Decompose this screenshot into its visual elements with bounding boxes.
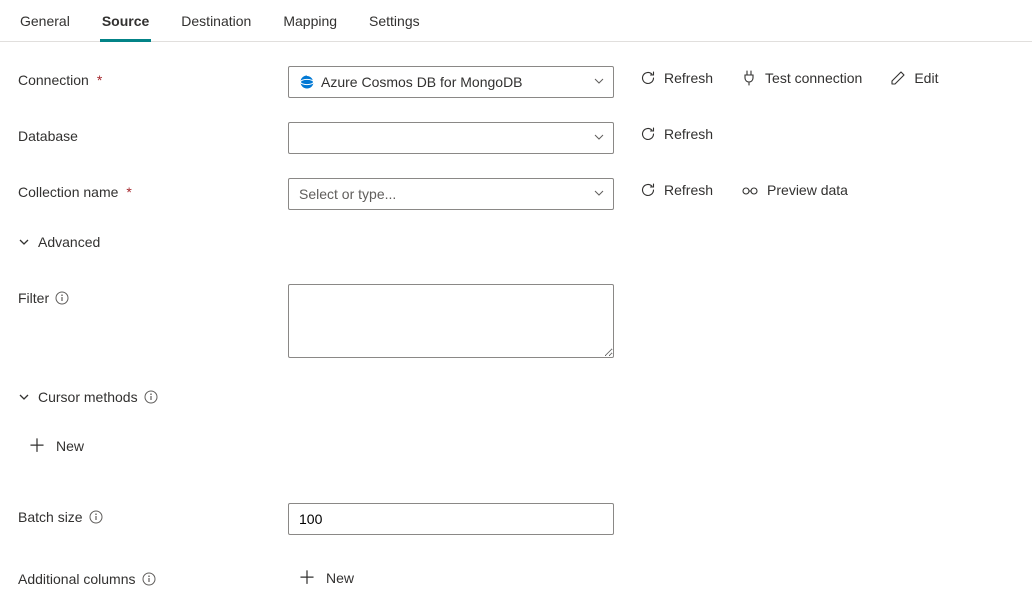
info-icon[interactable]	[89, 510, 103, 524]
batch-size-input-wrapper	[288, 503, 614, 535]
batch-size-label: Batch size	[18, 509, 83, 525]
edit-connection-button[interactable]: Edit	[890, 70, 938, 86]
required-marker: *	[97, 72, 102, 88]
tab-source[interactable]: Source	[100, 13, 151, 42]
new-cursor-method-button[interactable]: ＋ New	[18, 437, 84, 455]
advanced-toggle[interactable]: Advanced	[18, 234, 100, 250]
collection-select[interactable]: Select or type...	[288, 178, 614, 210]
chevron-down-icon	[18, 236, 30, 248]
plus-icon: ＋	[298, 569, 316, 587]
chevron-down-icon	[593, 130, 605, 146]
database-select[interactable]	[288, 122, 614, 154]
tab-mapping[interactable]: Mapping	[281, 13, 339, 42]
plug-icon	[741, 70, 757, 86]
cosmos-db-icon	[299, 74, 315, 90]
additional-columns-label: Additional columns	[18, 571, 136, 587]
info-icon[interactable]	[142, 572, 156, 586]
refresh-collection-button[interactable]: Refresh	[640, 182, 713, 198]
database-label: Database	[18, 128, 78, 144]
filter-label: Filter	[18, 290, 49, 306]
preview-data-button[interactable]: Preview data	[741, 182, 848, 198]
chevron-down-icon	[593, 74, 605, 90]
required-marker: *	[126, 184, 131, 200]
glasses-icon	[741, 182, 759, 198]
tab-general[interactable]: General	[18, 13, 72, 42]
chevron-down-icon	[593, 186, 605, 202]
connection-label: Connection	[18, 72, 89, 88]
collection-placeholder: Select or type...	[299, 186, 396, 202]
tab-settings[interactable]: Settings	[367, 13, 422, 42]
connection-value: Azure Cosmos DB for MongoDB	[321, 74, 523, 90]
refresh-icon	[640, 126, 656, 142]
refresh-database-button[interactable]: Refresh	[640, 126, 713, 142]
plus-icon: ＋	[28, 437, 46, 455]
batch-size-input[interactable]	[299, 511, 583, 527]
test-connection-button[interactable]: Test connection	[741, 70, 862, 86]
new-additional-column-button[interactable]: ＋ New	[288, 569, 354, 587]
tab-destination[interactable]: Destination	[179, 13, 253, 42]
connection-select[interactable]: Azure Cosmos DB for MongoDB	[288, 66, 614, 98]
pencil-icon	[890, 70, 906, 86]
collection-label: Collection name	[18, 184, 118, 200]
filter-textarea[interactable]	[288, 284, 614, 358]
info-icon[interactable]	[144, 390, 158, 404]
info-icon[interactable]	[55, 291, 69, 305]
tab-bar: General Source Destination Mapping Setti…	[0, 0, 1032, 42]
source-form: Connection * Azure Cosmos DB for MongoDB…	[0, 42, 1032, 597]
refresh-icon	[640, 70, 656, 86]
refresh-icon	[640, 182, 656, 198]
refresh-connection-button[interactable]: Refresh	[640, 70, 713, 86]
cursor-methods-toggle[interactable]: Cursor methods	[18, 389, 138, 405]
chevron-down-icon	[18, 391, 30, 403]
